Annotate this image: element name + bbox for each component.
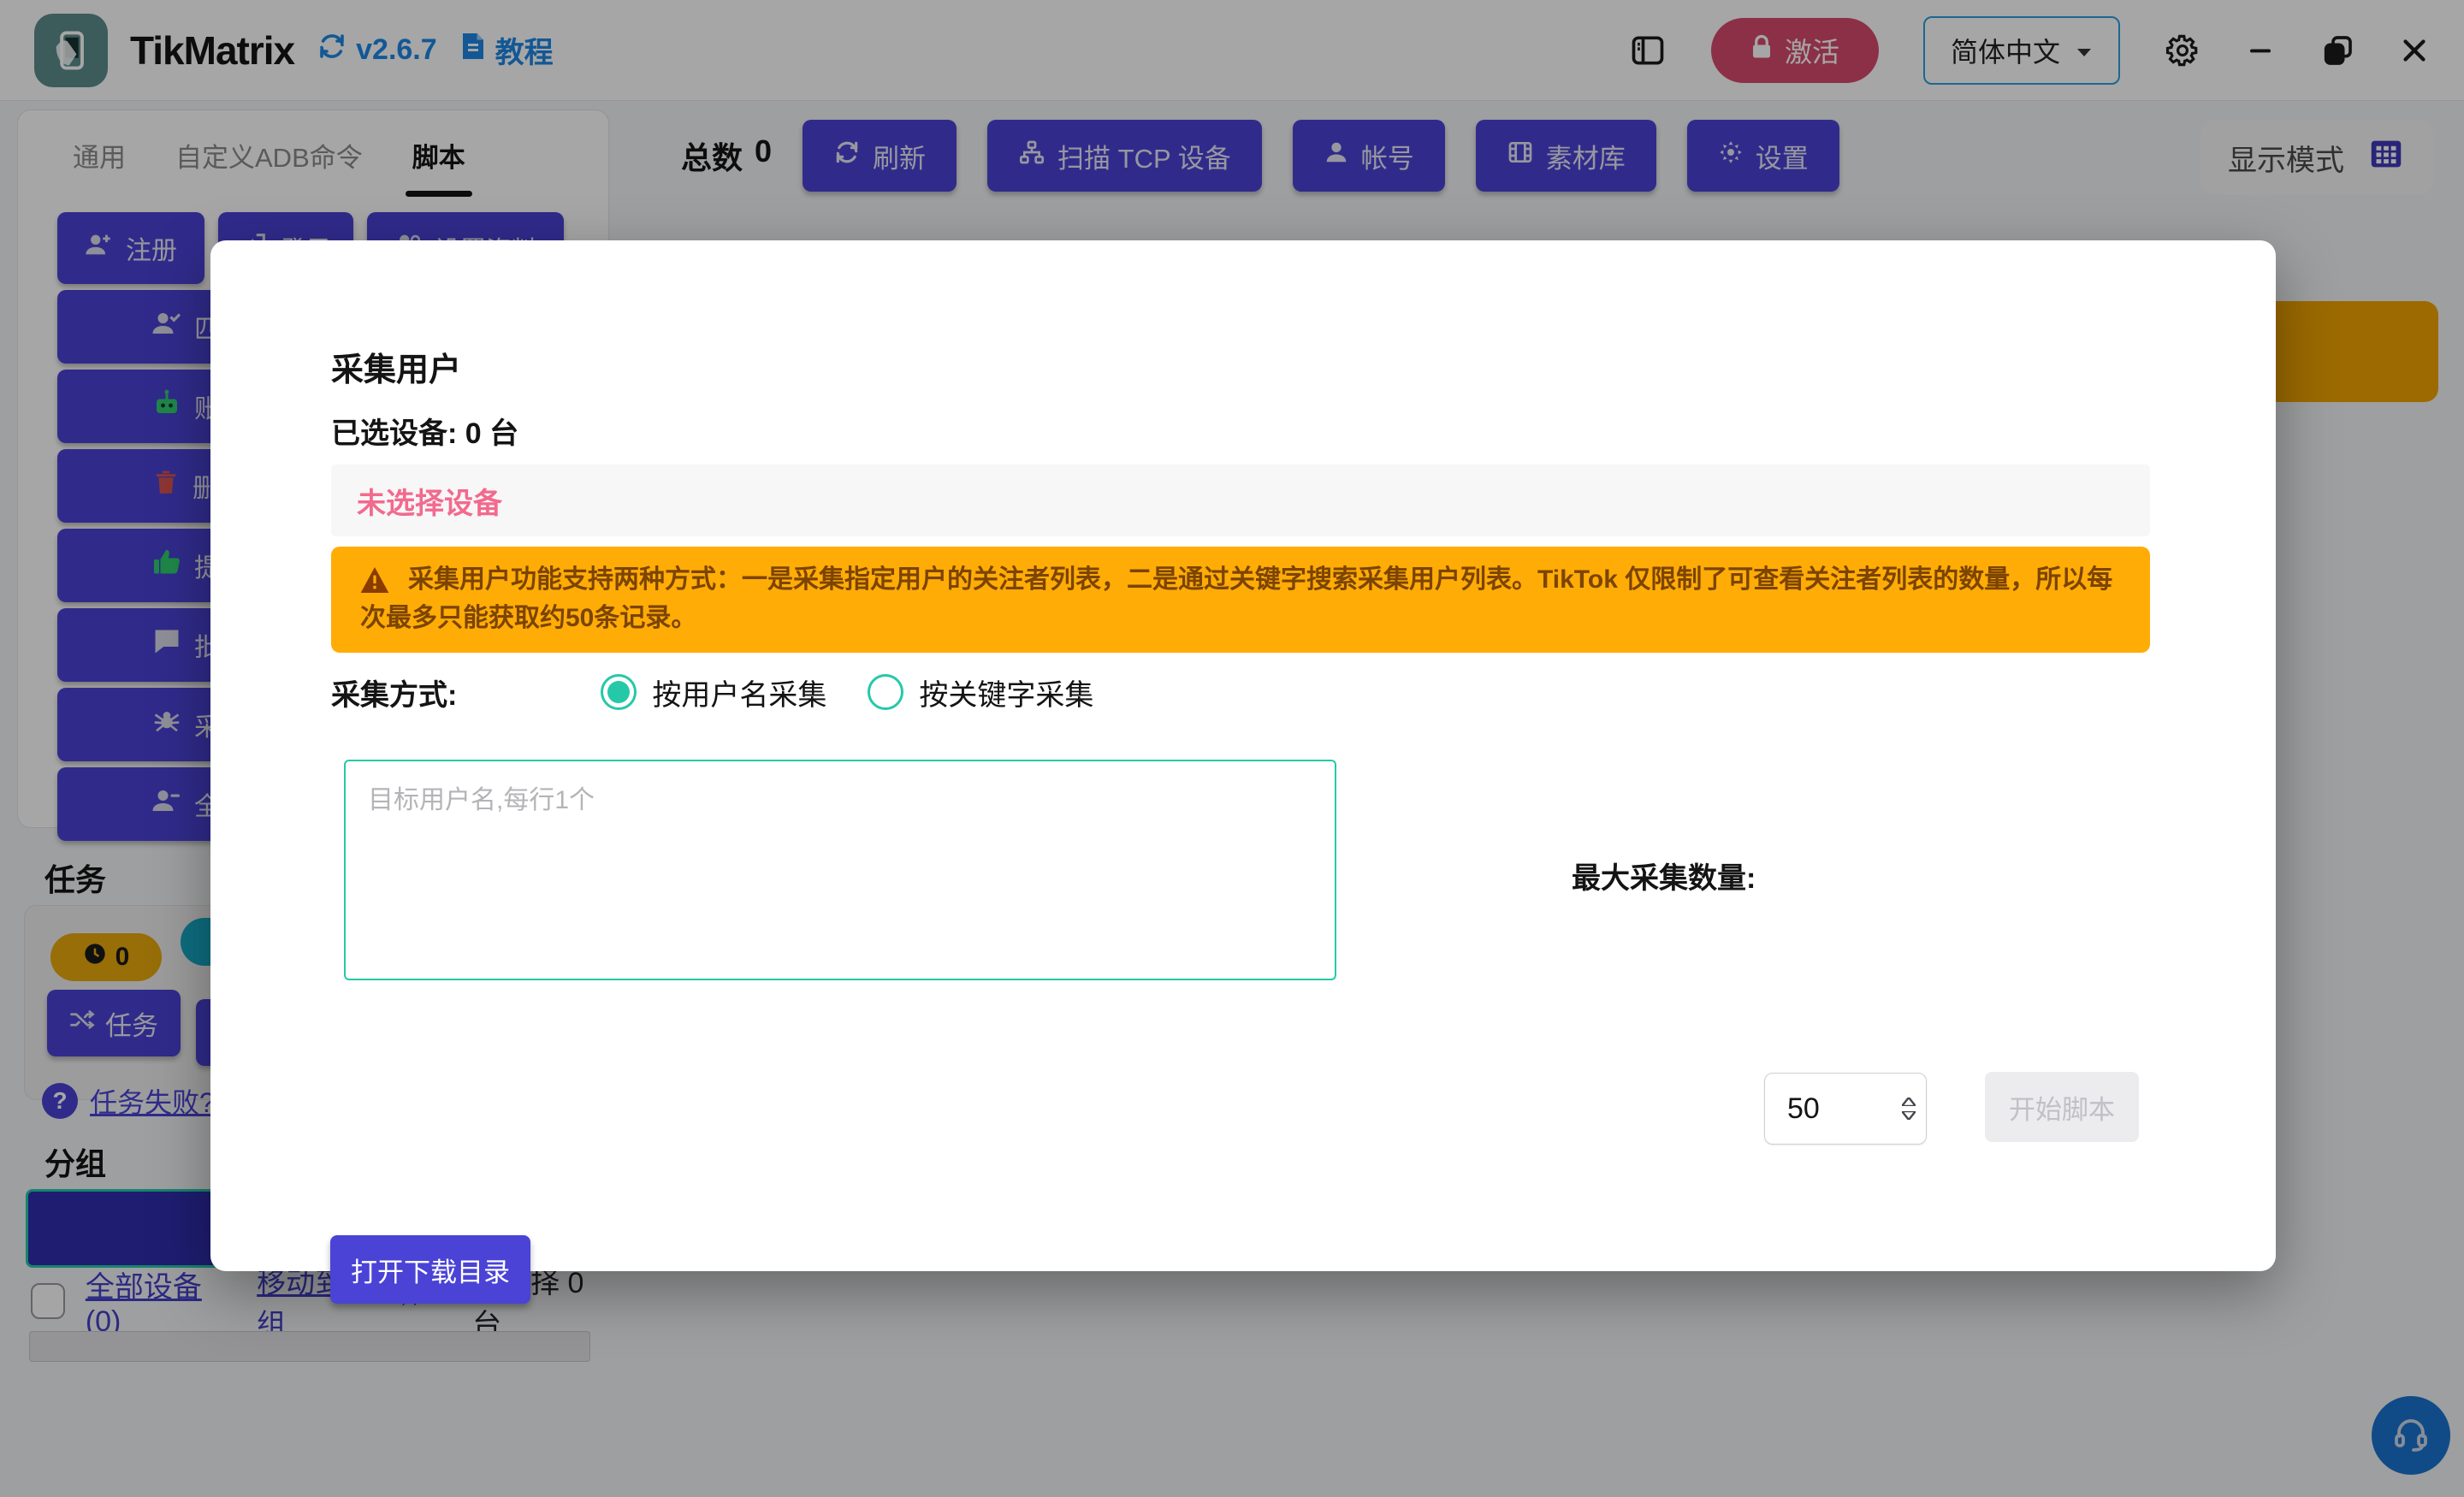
start-script-button[interactable]: 开始脚本 (1985, 1072, 2139, 1142)
max-count-input[interactable] (1765, 1092, 1868, 1126)
radio-by-username-label[interactable]: 按用户名采集 (652, 672, 826, 713)
selected-devices-label: 已选设备: 0 台 (331, 410, 518, 452)
number-stepper[interactable] (1902, 1074, 1916, 1144)
modal-title: 采集用户 (331, 343, 461, 390)
radio-by-keyword-label[interactable]: 按关键字采集 (919, 672, 1093, 713)
radio-by-keyword[interactable] (868, 674, 903, 710)
collect-users-modal: 采集用户 已选设备: 0 台 未选择设备 采集用户功能支持两种方式：一是采集指定… (210, 240, 2276, 1271)
max-count-label: 最大采集数量: (1572, 855, 1756, 896)
collect-method-row: 采集方式: 按用户名采集 按关键字采集 (331, 665, 1093, 719)
target-usernames-input[interactable] (344, 760, 1336, 980)
method-label: 采集方式: (331, 672, 457, 713)
warning-message: 采集用户功能支持两种方式：一是采集指定用户的关注者列表，二是通过关键字搜索采集用… (331, 547, 2150, 653)
warning-triangle-icon (360, 567, 389, 593)
no-device-box: 未选择设备 (331, 464, 2150, 536)
max-count-input-wrap (1764, 1073, 1927, 1145)
radio-by-username[interactable] (601, 674, 637, 710)
open-download-dir-button[interactable]: 打开下载目录 (330, 1235, 530, 1304)
no-device-text: 未选择设备 (357, 480, 502, 522)
